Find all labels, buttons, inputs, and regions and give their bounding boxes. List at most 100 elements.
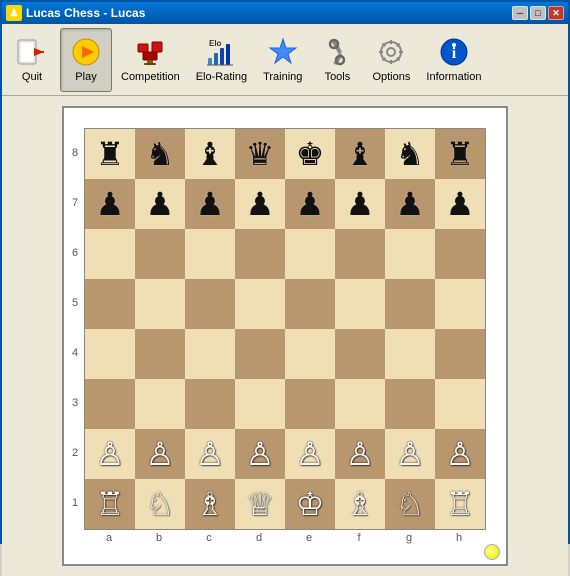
square-a4[interactable] [85,329,135,379]
square-b6[interactable] [135,229,185,279]
square-b4[interactable] [135,329,185,379]
toolbar: Quit Play [2,24,568,96]
square-f1[interactable]: ♗ [335,479,385,529]
square-c1[interactable]: ♗ [185,479,235,529]
competition-label: Competition [121,71,180,83]
square-b8[interactable]: ♞ [135,129,185,179]
square-g5[interactable] [385,279,435,329]
square-e2[interactable]: ♙ [285,429,335,479]
chess-board[interactable]: ♜♞♝♛♚♝♞♜♟♟♟♟♟♟♟♟♙♙♙♙♙♙♙♙♖♘♗♕♔♗♘♖ [84,128,486,530]
square-g7[interactable]: ♟ [385,179,435,229]
square-f8[interactable]: ♝ [335,129,385,179]
square-h2[interactable]: ♙ [435,429,485,479]
file-e: e [284,532,334,544]
file-labels: a b c d e f g h [84,532,486,544]
file-g: g [384,532,434,544]
board-wrapper: 8 7 6 5 4 3 2 1 ♜♞♝♛♚♝♞♜♟♟♟♟♟♟♟♟♙♙♙♙♙♙♙♙… [62,106,508,566]
information-icon: i [438,36,470,68]
square-d4[interactable] [235,329,285,379]
square-d2[interactable]: ♙ [235,429,285,479]
file-f: f [334,532,384,544]
square-c6[interactable] [185,229,235,279]
square-c5[interactable] [185,279,235,329]
file-c: c [184,532,234,544]
training-label: Training [263,71,302,83]
file-d: d [234,532,284,544]
rank-3: 3 [68,378,82,428]
square-b1[interactable]: ♘ [135,479,185,529]
square-b2[interactable]: ♙ [135,429,185,479]
competition-icon [134,36,166,68]
square-c7[interactable]: ♟ [185,179,235,229]
square-f4[interactable] [335,329,385,379]
options-icon [375,36,407,68]
square-c3[interactable] [185,379,235,429]
square-e5[interactable] [285,279,335,329]
square-a6[interactable] [85,229,135,279]
square-h6[interactable] [435,229,485,279]
chess-board-container: 8 7 6 5 4 3 2 1 ♜♞♝♛♚♝♞♜♟♟♟♟♟♟♟♟♙♙♙♙♙♙♙♙… [62,106,508,566]
rank-5: 5 [68,278,82,328]
square-d8[interactable]: ♛ [235,129,285,179]
square-e7[interactable]: ♟ [285,179,335,229]
square-g1[interactable]: ♘ [385,479,435,529]
window-controls: ─ □ ✕ [512,6,564,20]
training-button[interactable]: Training [256,28,309,92]
options-label: Options [372,71,410,83]
square-h8[interactable]: ♜ [435,129,485,179]
square-f3[interactable] [335,379,385,429]
square-b7[interactable]: ♟ [135,179,185,229]
square-g6[interactable] [385,229,435,279]
square-a5[interactable] [85,279,135,329]
options-button[interactable]: Options [365,28,417,92]
quit-button[interactable]: Quit [6,28,58,92]
content-area: 8 7 6 5 4 3 2 1 ♜♞♝♛♚♝♞♜♟♟♟♟♟♟♟♟♙♙♙♙♙♙♙♙… [2,96,568,576]
square-e6[interactable] [285,229,335,279]
square-b5[interactable] [135,279,185,329]
square-d1[interactable]: ♕ [235,479,285,529]
square-c8[interactable]: ♝ [185,129,235,179]
quit-label: Quit [22,71,42,83]
competition-button[interactable]: Competition [114,28,187,92]
square-c2[interactable]: ♙ [185,429,235,479]
square-d6[interactable] [235,229,285,279]
square-h5[interactable] [435,279,485,329]
square-e4[interactable] [285,329,335,379]
information-button[interactable]: i Information [419,28,488,92]
maximize-button[interactable]: □ [530,6,546,20]
tools-button[interactable]: Tools [311,28,363,92]
square-g4[interactable] [385,329,435,379]
square-f5[interactable] [335,279,385,329]
square-c4[interactable] [185,329,235,379]
square-b3[interactable] [135,379,185,429]
square-g8[interactable]: ♞ [385,129,435,179]
play-button[interactable]: Play [60,28,112,92]
square-a1[interactable]: ♖ [85,479,135,529]
square-d5[interactable] [235,279,285,329]
square-d7[interactable]: ♟ [235,179,285,229]
square-h1[interactable]: ♖ [435,479,485,529]
square-g3[interactable] [385,379,435,429]
square-d3[interactable] [235,379,285,429]
square-e8[interactable]: ♚ [285,129,335,179]
square-a3[interactable] [85,379,135,429]
rank-1: 1 [68,478,82,528]
square-f2[interactable]: ♙ [335,429,385,479]
square-a7[interactable]: ♟ [85,179,135,229]
square-h3[interactable] [435,379,485,429]
square-f7[interactable]: ♟ [335,179,385,229]
square-g2[interactable]: ♙ [385,429,435,479]
square-a2[interactable]: ♙ [85,429,135,479]
square-h7[interactable]: ♟ [435,179,485,229]
status-indicator [484,544,500,560]
minimize-button[interactable]: ─ [512,6,528,20]
square-a8[interactable]: ♜ [85,129,135,179]
elo-rating-button[interactable]: Elo Elo-Rating [189,28,254,92]
square-f6[interactable] [335,229,385,279]
square-e3[interactable] [285,379,335,429]
square-e1[interactable]: ♔ [285,479,335,529]
square-h4[interactable] [435,329,485,379]
window-title: Lucas Chess - Lucas [26,6,508,20]
close-button[interactable]: ✕ [548,6,564,20]
play-icon [70,36,102,68]
